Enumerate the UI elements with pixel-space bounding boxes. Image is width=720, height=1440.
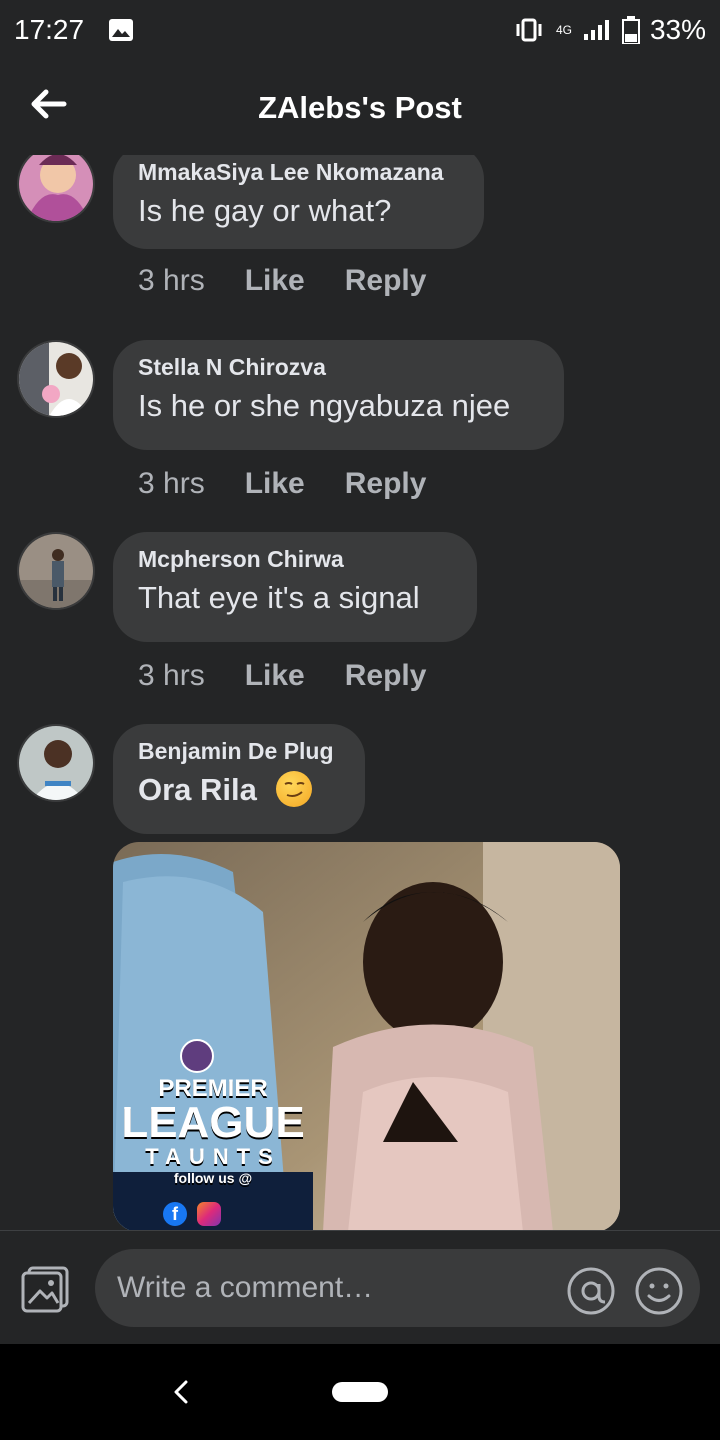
page-title: ZAlebs's Post bbox=[258, 89, 462, 125]
avatar-photo bbox=[19, 342, 93, 416]
signal-icon bbox=[583, 20, 609, 40]
avatar-photo bbox=[19, 726, 93, 800]
comment-text: That eye it's a signal bbox=[138, 580, 420, 615]
comment-text: Ora Rila bbox=[138, 770, 339, 810]
network-label: 4G bbox=[555, 23, 572, 37]
battery-icon bbox=[621, 16, 640, 44]
home-handle[interactable] bbox=[332, 1382, 388, 1402]
comments-list[interactable]: MmakaSiya Lee Nkomazana Is he gay or wha… bbox=[0, 155, 720, 1230]
reply-button[interactable]: Reply bbox=[345, 659, 427, 693]
avatar[interactable] bbox=[17, 532, 95, 610]
follow-text: follow us @ bbox=[173, 1170, 253, 1186]
avatar[interactable] bbox=[17, 724, 95, 802]
post-header: ZAlebs's Post bbox=[0, 60, 720, 155]
comment-bubble[interactable]: MmakaSiya Lee Nkomazana Is he gay or wha… bbox=[113, 155, 484, 249]
comment-author[interactable]: MmakaSiya Lee Nkomazana bbox=[138, 157, 458, 187]
battery-level: 33% bbox=[649, 14, 706, 45]
emoji-icon[interactable] bbox=[634, 1266, 684, 1316]
comment-input-placeholder: Write a comment… bbox=[117, 1271, 374, 1304]
navigation-bar bbox=[0, 1344, 720, 1440]
comment-text: Is he or she ngyabuza njee bbox=[138, 388, 511, 423]
comment-time: 3 hrs bbox=[138, 467, 205, 500]
instagram-icon bbox=[197, 1202, 221, 1226]
social-icons: f bbox=[163, 1202, 221, 1226]
comment-bubble[interactable]: Mcpherson Chirwa That eye it's a signal bbox=[113, 532, 477, 642]
image-icon bbox=[109, 19, 134, 41]
photo-icon[interactable] bbox=[20, 1263, 72, 1315]
status-time: 17:27 bbox=[14, 14, 85, 45]
comment-time: 3 hrs bbox=[138, 659, 205, 692]
comment-text: Is he gay or what? bbox=[138, 193, 392, 228]
brand-watermark: PREMIER LEAGUE TAUNTS follow us @ bbox=[113, 1077, 313, 1187]
comment-bubble[interactable]: Stella N Chirozva Is he or she ngyabuza … bbox=[113, 340, 564, 450]
like-button[interactable]: Like bbox=[245, 467, 305, 501]
facebook-icon: f bbox=[163, 1202, 187, 1226]
comment-author[interactable]: Stella N Chirozva bbox=[138, 352, 538, 382]
comment-actions: 3 hrs Like Reply bbox=[138, 467, 426, 501]
comment-text-value: Ora Rila bbox=[138, 772, 257, 807]
mention-icon[interactable] bbox=[566, 1266, 616, 1316]
avatar-photo bbox=[19, 155, 93, 221]
nav-back-icon[interactable] bbox=[168, 1374, 194, 1410]
vibrate-icon bbox=[516, 18, 542, 42]
reply-button[interactable]: Reply bbox=[345, 264, 427, 298]
like-button[interactable]: Like bbox=[245, 659, 305, 693]
comment-bubble[interactable]: Benjamin De Plug Ora Rila bbox=[113, 724, 365, 834]
brand-line2: LEAGUE bbox=[121, 1098, 305, 1147]
comment-image[interactable]: PREMIER LEAGUE TAUNTS follow us @ f bbox=[113, 842, 620, 1230]
brand-line3: TAUNTS bbox=[145, 1144, 281, 1169]
avatar[interactable] bbox=[17, 155, 95, 223]
comment-author[interactable]: Benjamin De Plug bbox=[138, 736, 339, 766]
smirk-emoji-icon bbox=[275, 770, 312, 807]
comment-actions: 3 hrs Like Reply bbox=[138, 659, 426, 693]
comment-composer: Write a comment… bbox=[0, 1231, 720, 1344]
comment-author[interactable]: Mcpherson Chirwa bbox=[138, 544, 451, 574]
comment-time: 3 hrs bbox=[138, 264, 205, 297]
avatar[interactable] bbox=[17, 340, 95, 418]
like-button[interactable]: Like bbox=[245, 264, 305, 298]
comment-actions: 3 hrs Like Reply bbox=[138, 264, 426, 298]
avatar-photo bbox=[19, 534, 93, 608]
status-bar: 17:27 4G 33% bbox=[0, 0, 720, 60]
back-arrow-icon[interactable] bbox=[28, 84, 68, 124]
reply-button[interactable]: Reply bbox=[345, 467, 427, 501]
